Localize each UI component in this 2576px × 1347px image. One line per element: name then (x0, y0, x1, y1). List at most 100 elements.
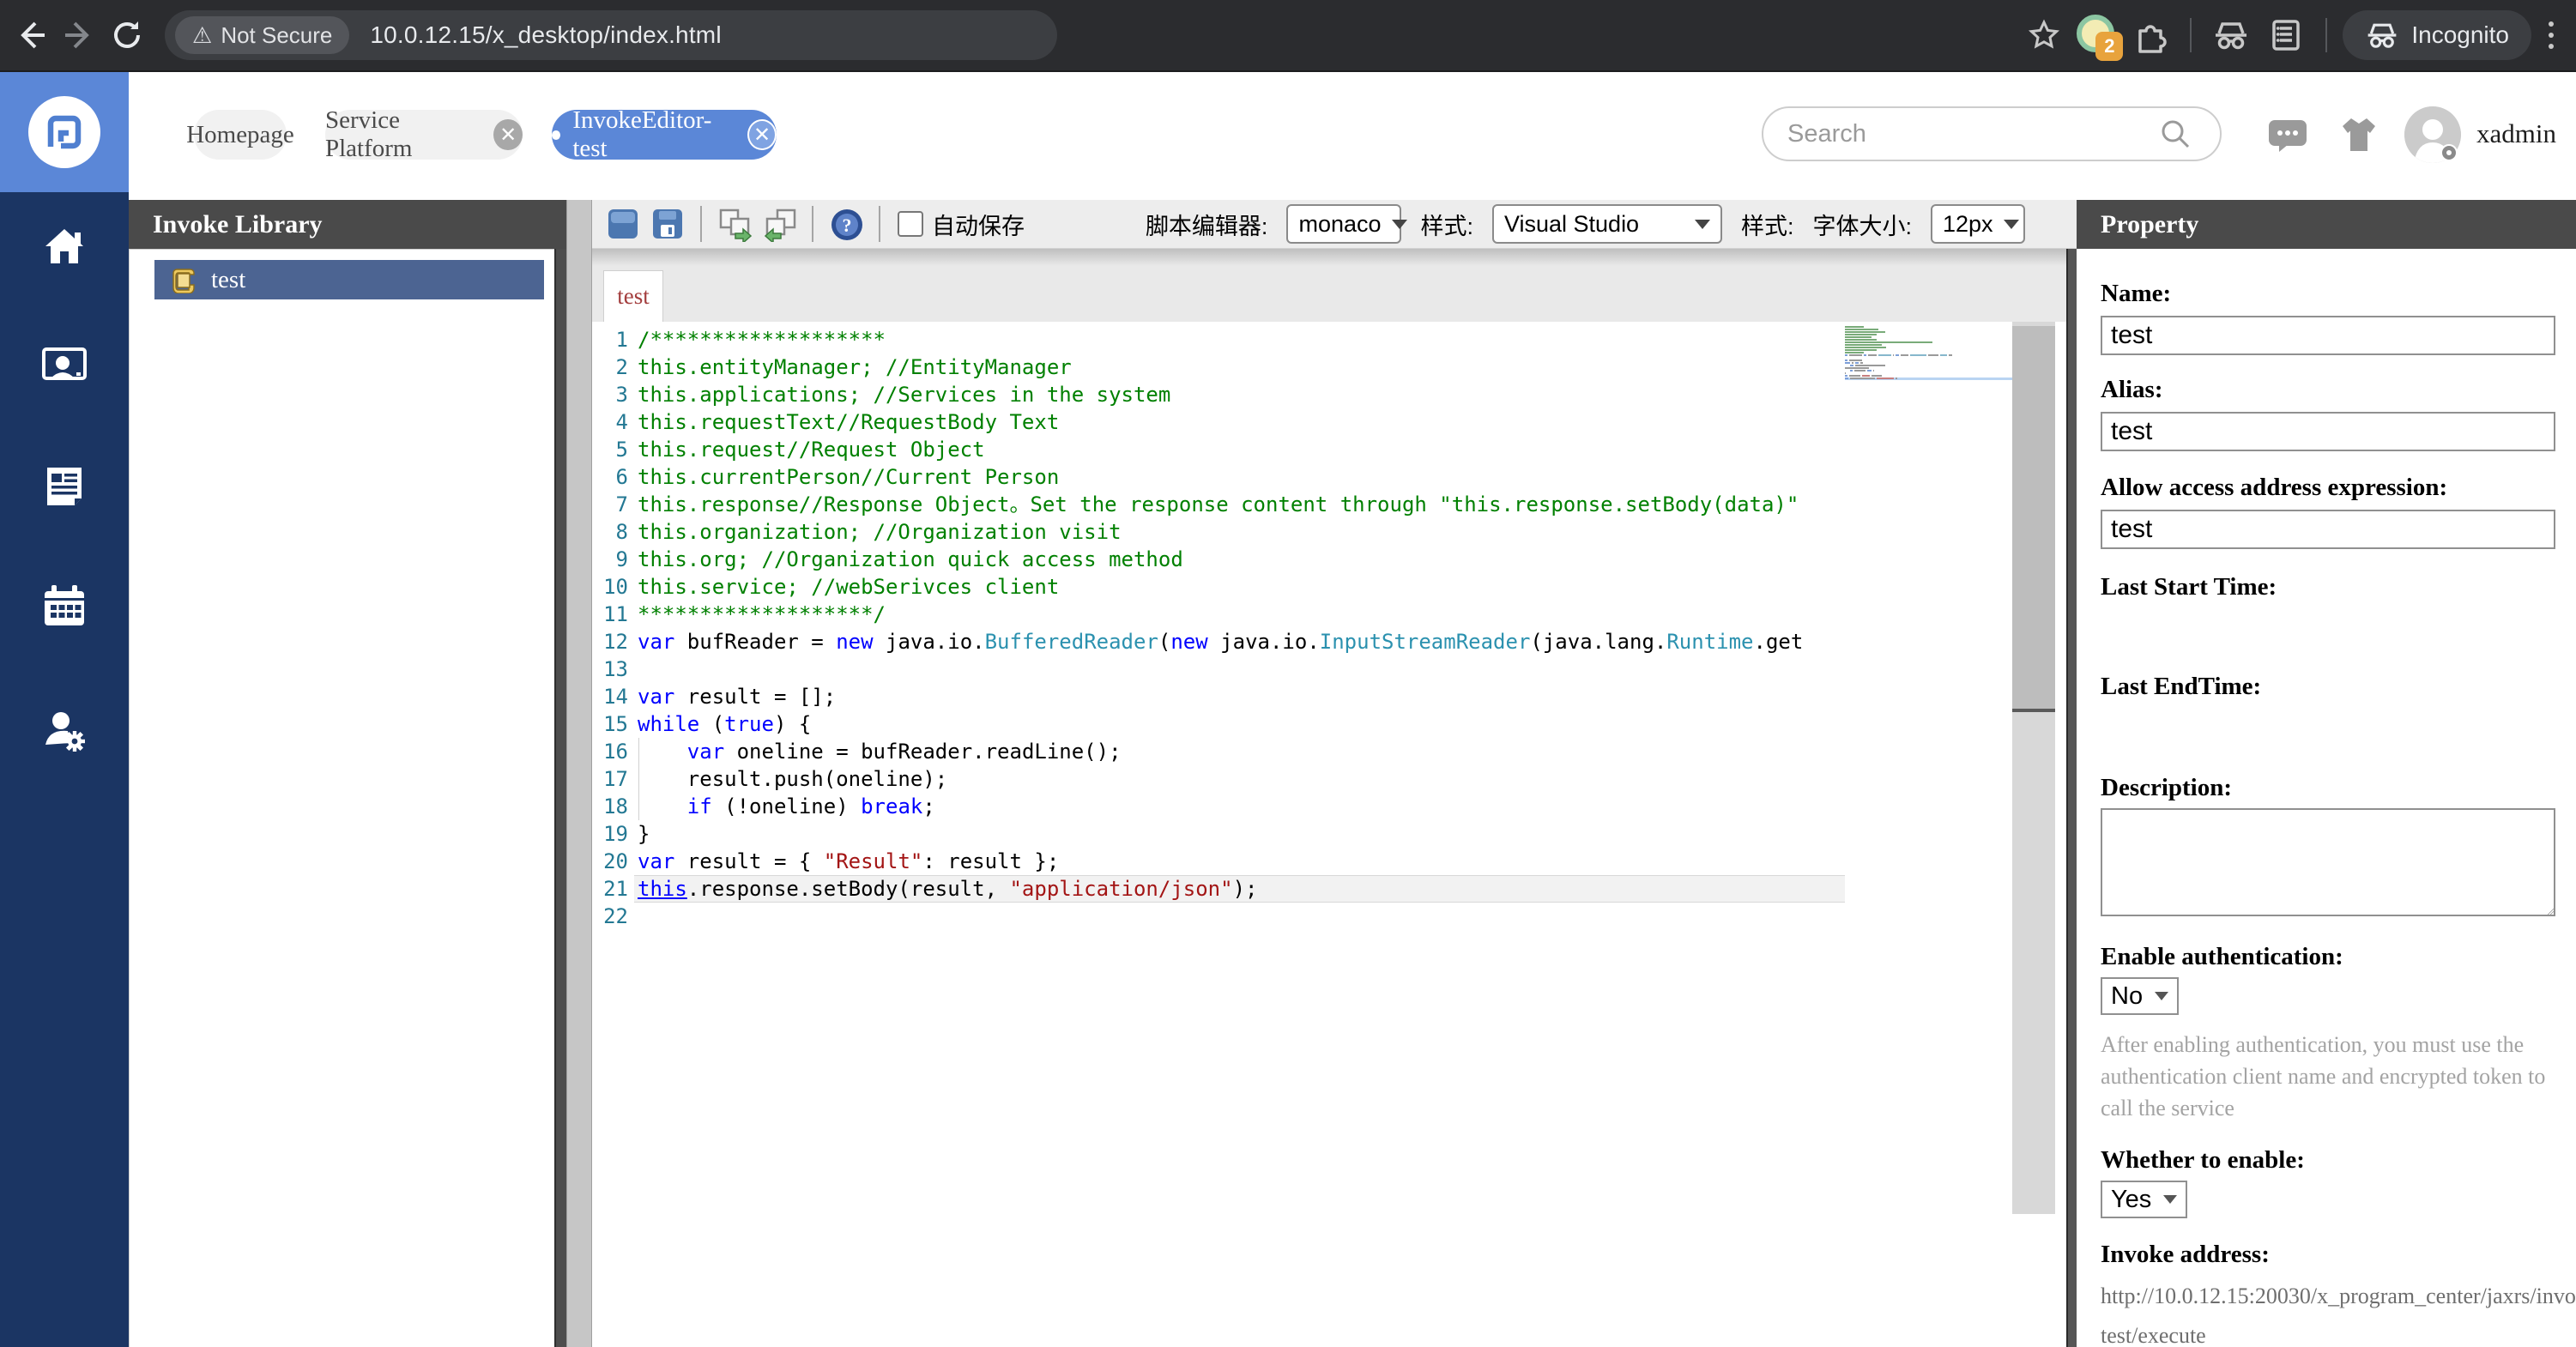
code-line[interactable]: 19} (592, 820, 1845, 848)
code-line[interactable]: 1 /******************* (592, 326, 1845, 353)
code-text: } (638, 822, 650, 846)
last-start-time-label: Last Start Time: (2101, 573, 2277, 601)
import-icon[interactable] (763, 208, 796, 242)
back-icon[interactable] (7, 11, 55, 59)
reload-icon[interactable] (103, 11, 151, 59)
url-text[interactable]: 10.0.12.15/x_desktop/index.html (370, 21, 721, 49)
theme-select[interactable]: Visual Studio (1491, 204, 1722, 244)
editor-tab-test[interactable]: test (603, 270, 663, 322)
avatar[interactable] (2404, 106, 2461, 163)
export-icon[interactable] (718, 208, 753, 242)
editor-scrollbar-thumb[interactable] (2012, 326, 2055, 712)
code-line[interactable]: 7 this.response//Response Object。Set the … (592, 491, 1845, 518)
home-icon[interactable] (40, 222, 88, 270)
help-icon[interactable]: ? (830, 208, 862, 240)
close-icon[interactable]: ✕ (493, 119, 523, 150)
style-label: 样式: (1420, 213, 1473, 239)
news-document-icon[interactable] (40, 462, 88, 510)
toolbar-shadow (592, 249, 2077, 266)
new-script-icon[interactable] (607, 208, 639, 240)
property-scrollbar[interactable] (2066, 249, 2077, 1347)
app-logo-block[interactable] (0, 72, 129, 192)
font-size-select[interactable]: 12px (1931, 204, 2025, 244)
chat-icon[interactable] (2267, 117, 2308, 154)
code-line[interactable]: 5 this.request//Request Object (592, 436, 1845, 463)
name-field[interactable] (2101, 316, 2555, 355)
code-line[interactable]: 8 this.organization; //Organization visit (592, 518, 1845, 546)
extension-badge-icon[interactable]: 2 (2075, 13, 2124, 61)
allow-access-field[interactable] (2101, 510, 2555, 549)
browser-menu-icon[interactable] (2538, 21, 2564, 49)
line-number: 2 (615, 355, 628, 379)
line-number: 3 (615, 383, 628, 407)
code-text: var bufReader = new java.io.BufferedRead… (638, 630, 1804, 654)
unsaved-dot (552, 130, 561, 140)
tab-invoke-editor-test[interactable]: InvokeEditor-test ✕ (552, 106, 777, 162)
gear-icon (2440, 144, 2458, 161)
extension-count-badge: 2 (2095, 32, 2124, 61)
script-scroll-icon (172, 269, 195, 293)
forward-icon[interactable] (55, 11, 103, 59)
minimap-line (1845, 380, 2012, 383)
browser-toolbar: ⚠ Not Secure 10.0.12.15/x_desktop/index.… (0, 0, 2576, 72)
address-bar[interactable]: ⚠ Not Secure 10.0.12.15/x_desktop/index.… (165, 10, 1057, 60)
code-line[interactable]: 13 (592, 655, 1845, 683)
bookmark-star-icon[interactable] (2020, 11, 2068, 59)
library-item-test[interactable]: test (154, 260, 544, 299)
code-line[interactable]: 2 this.entityManager; //EntityManager (592, 353, 1845, 381)
reading-list-icon[interactable] (2262, 11, 2310, 59)
editor-scrollbar[interactable] (2012, 322, 2055, 1214)
username-label[interactable]: xadmin (2476, 118, 2556, 149)
code-line[interactable]: 17 result.push(oneline); (592, 765, 1845, 793)
script-editor-panel: ? 自动保存 脚本编辑器: monaco 样式: Visual Studio 样… (592, 200, 2077, 1347)
autosave-checkbox[interactable] (898, 211, 923, 237)
code-line[interactable]: 16 var oneline = bufReader.readLine(); (592, 738, 1845, 765)
meeting-person-icon[interactable] (40, 342, 88, 390)
not-secure-label: Not Secure (221, 21, 333, 48)
not-secure-chip[interactable]: ⚠ Not Secure (175, 16, 350, 54)
code-line[interactable]: 11 *******************/ (592, 601, 1845, 628)
code-editor[interactable]: 1 /******************* 2 this.entityManager… (592, 326, 1845, 930)
code-line[interactable]: 9 this.org; //Organization quick access m… (592, 546, 1845, 573)
code-line[interactable]: 21 this.response.setBody(result, "applica… (592, 875, 1845, 903)
code-line[interactable]: 20 var result = { "Result": result }; (592, 848, 1845, 875)
code-line[interactable]: 14 var result = []; (592, 683, 1845, 710)
alias-field[interactable] (2101, 412, 2555, 451)
script-editor-select[interactable]: monaco (1286, 204, 1407, 244)
enable-auth-select[interactable]: No (2101, 977, 2180, 1015)
library-scrollbar[interactable] (554, 249, 566, 1347)
whether-enable-label: Whether to enable: (2101, 1146, 2305, 1174)
code-line[interactable]: 15 while (true) { (592, 710, 1845, 738)
whether-enable-select[interactable]: Yes (2101, 1181, 2188, 1218)
close-icon[interactable]: ✕ (747, 119, 777, 150)
search-box[interactable] (1762, 106, 2222, 161)
extensions-puzzle-icon[interactable] (2126, 11, 2174, 59)
code-text: this.response.setBody(result, "applicati… (638, 877, 1258, 901)
line-number: 21 (603, 877, 628, 901)
code-line[interactable]: 12 var bufReader = new java.io.BufferedRe… (592, 628, 1845, 655)
line-number: 15 (603, 712, 628, 736)
tab-service-platform[interactable]: Service Platform ✕ (325, 106, 523, 162)
code-line[interactable]: 6 this.currentPerson//Current Person (592, 463, 1845, 491)
save-icon[interactable] (651, 208, 684, 240)
code-line[interactable]: 22 (592, 903, 1845, 930)
minimap[interactable] (1845, 326, 2012, 383)
search-input[interactable] (1786, 118, 2158, 149)
code-line[interactable]: 18 if (!oneline) break; (592, 793, 1845, 820)
description-field[interactable] (2101, 808, 2555, 916)
code-line[interactable]: 10 this.service; //webSerivces client (592, 573, 1845, 601)
svg-text:?: ? (843, 214, 852, 236)
chevron-down-icon (2003, 219, 2019, 229)
code-line[interactable]: 3 this.applications; //Services in the sy… (592, 381, 1845, 408)
tab-homepage[interactable]: Homepage (186, 110, 294, 160)
user-settings-icon[interactable] (40, 707, 88, 755)
code-line[interactable]: 4 this.requestText//RequestBody Text (592, 408, 1845, 436)
incognito-spy-icon[interactable] (2207, 11, 2255, 59)
panel-splitter[interactable] (566, 200, 592, 1347)
code-text: this.requestText//RequestBody Text (638, 410, 1060, 434)
gift-icon[interactable] (2339, 115, 2379, 154)
line-number: 9 (615, 547, 628, 571)
incognito-profile-chip[interactable]: Incognito (2343, 10, 2531, 60)
invoke-library-panel: Invoke Library test (129, 200, 566, 1347)
calendar-icon[interactable] (40, 583, 88, 631)
